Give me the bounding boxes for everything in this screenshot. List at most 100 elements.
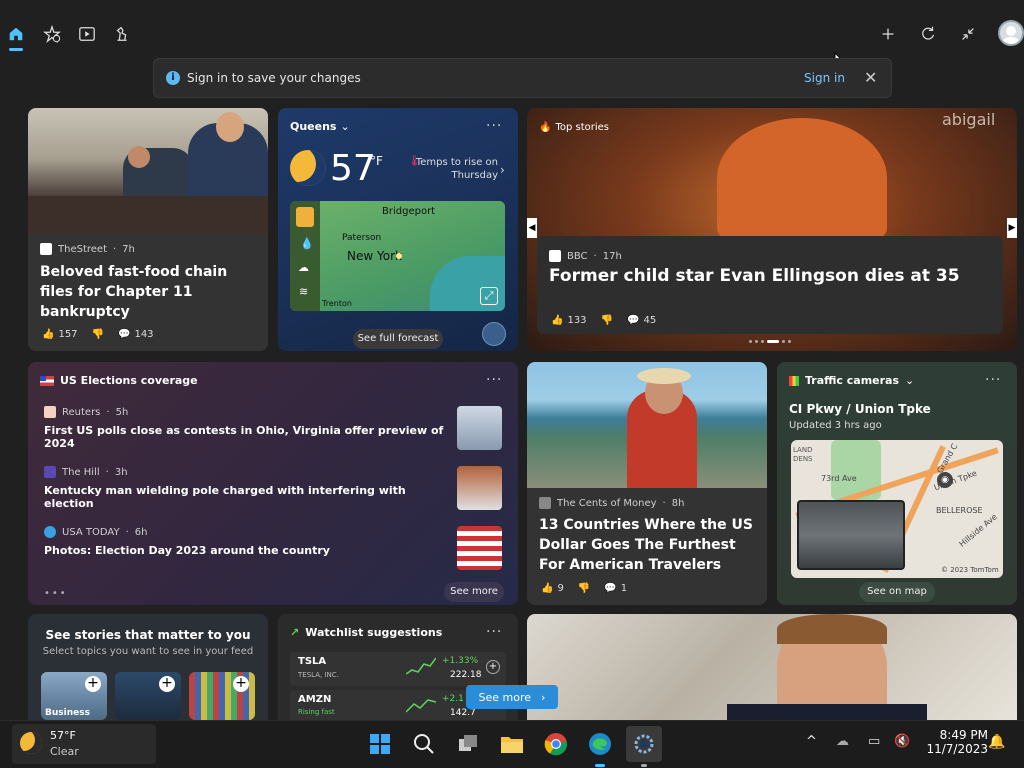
elections-header: US Elections coverage bbox=[40, 374, 198, 387]
comment-button[interactable]: 💬 1 bbox=[604, 583, 627, 594]
traffic-map[interactable]: LAND DENS 73rd Ave Union Tpke BELLEROSE … bbox=[791, 440, 1003, 578]
camera-pin-icon[interactable]: ◉ bbox=[937, 472, 953, 488]
watchlist-header: ↗ Watchlist suggestions bbox=[290, 626, 442, 639]
close-icon[interactable]: ✕ bbox=[864, 68, 877, 87]
topic-tile[interactable]: + bbox=[115, 672, 181, 720]
weather-card[interactable]: Queens ⌄ ··· 57 °F Temps to rise on Thur… bbox=[278, 108, 518, 351]
clock[interactable]: 8:49 PM 11/7/2023 bbox=[918, 728, 988, 756]
article-source: BBC · 17h bbox=[549, 250, 622, 262]
volume-muted-icon[interactable]: 🔇 bbox=[894, 734, 910, 749]
start-windows-icon[interactable] bbox=[362, 726, 398, 762]
temperature: 57 bbox=[330, 148, 376, 189]
onedrive-cloud-icon[interactable]: ☁ bbox=[836, 734, 849, 749]
add-topic-icon[interactable]: + bbox=[233, 676, 249, 692]
article-age: 8h bbox=[671, 497, 685, 509]
map-label-bridgeport: Bridgeport bbox=[382, 206, 436, 217]
camera-snapshot[interactable] bbox=[797, 500, 905, 570]
dislike-icon[interactable]: 👎 bbox=[92, 329, 104, 340]
weather-avatar-icon bbox=[482, 322, 506, 346]
add-topic-icon[interactable]: + bbox=[159, 676, 175, 692]
collapse-icon[interactable] bbox=[956, 22, 980, 46]
chevron-down-icon: ⌄ bbox=[340, 120, 350, 133]
file-explorer-icon[interactable] bbox=[494, 726, 530, 762]
carousel-pager[interactable] bbox=[749, 340, 791, 343]
map-label: BELLEROSE bbox=[936, 506, 983, 515]
news-card-travel[interactable]: The Cents of Money · 8h 13 Countries Where… bbox=[527, 362, 767, 605]
map-copyright: © 2023 TomTom bbox=[941, 566, 999, 574]
article-headline[interactable]: 13 Countries Where the US Dollar Goes Th… bbox=[539, 515, 759, 575]
watchlist-row[interactable]: TSLA TESLA, INC. +1.33% 222.18 + bbox=[290, 652, 506, 686]
task-view-icon[interactable] bbox=[450, 726, 486, 762]
refresh-icon[interactable] bbox=[916, 22, 940, 46]
add-widget-icon[interactable] bbox=[876, 22, 900, 46]
more-options-icon[interactable]: ··· bbox=[486, 372, 502, 388]
more-options-icon[interactable]: ··· bbox=[486, 118, 502, 134]
stock-symbol: TSLA bbox=[298, 656, 327, 667]
election-item[interactable]: The Hill · 3h Kentucky man wielding pole c… bbox=[44, 466, 444, 510]
next-story-arrow[interactable]: ▶ bbox=[1007, 218, 1017, 238]
map-label-paterson: Paterson bbox=[342, 233, 382, 243]
following-star-icon[interactable] bbox=[40, 22, 64, 46]
chevron-up-icon[interactable]: ^ bbox=[806, 734, 817, 749]
topics-card[interactable]: See stories that matter to you Select to… bbox=[28, 614, 268, 720]
see-full-forecast-button[interactable]: See full forecast bbox=[353, 329, 443, 349]
previous-story-arrow[interactable]: ◀ bbox=[527, 218, 537, 238]
edge-icon[interactable] bbox=[582, 726, 618, 767]
cloud-layer-icon[interactable]: ☁ bbox=[298, 261, 309, 274]
add-to-watchlist-icon[interactable]: + bbox=[486, 660, 500, 674]
search-icon[interactable] bbox=[406, 726, 442, 762]
weather-location[interactable]: Queens ⌄ bbox=[290, 120, 350, 133]
precipitation-layer-icon[interactable]: 💧 bbox=[300, 237, 314, 250]
running-app-indicator bbox=[641, 764, 647, 767]
taskbar-condition: Clear bbox=[50, 745, 79, 758]
election-item[interactable]: USA TODAY · 6h Photos: Election Day 2023 a… bbox=[44, 526, 444, 557]
user-avatar[interactable] bbox=[998, 20, 1024, 46]
dislike-icon[interactable]: 👎 bbox=[578, 583, 590, 594]
election-thumbnail bbox=[457, 406, 502, 450]
chrome-icon[interactable] bbox=[538, 726, 574, 762]
article-headline[interactable]: Former child star Evan Ellingson dies at… bbox=[549, 266, 960, 286]
temperature-layer-icon[interactable] bbox=[296, 207, 314, 227]
travel-photo bbox=[527, 362, 767, 488]
article-headline[interactable]: Beloved fast-food chain files for Chapte… bbox=[40, 262, 260, 322]
topic-tile-business[interactable]: + Business bbox=[41, 672, 107, 720]
traffic-header[interactable]: Traffic cameras ⌄ bbox=[789, 374, 914, 387]
add-topic-icon[interactable]: + bbox=[85, 676, 101, 692]
settings-gear-icon[interactable] bbox=[626, 726, 662, 767]
more-options-icon[interactable]: ··· bbox=[486, 624, 502, 640]
traffic-card[interactable]: Traffic cameras ⌄ ··· CI Pkwy / Union Tp… bbox=[777, 362, 1017, 605]
stock-symbol: AMZN bbox=[298, 694, 332, 705]
gaming-chess-icon[interactable] bbox=[110, 22, 134, 46]
map-label-trenton: Trenton bbox=[322, 299, 352, 308]
comment-button[interactable]: 💬 143 bbox=[118, 329, 154, 340]
see-more-button[interactable]: See more bbox=[444, 582, 504, 602]
pager-dots[interactable]: ••• bbox=[44, 588, 68, 599]
chevron-right-icon[interactable]: › bbox=[500, 163, 505, 177]
expand-icon[interactable]: ⤢ bbox=[480, 287, 498, 305]
elections-card[interactable]: US Elections coverage ··· Reuters · 5h Fir… bbox=[28, 362, 518, 605]
comment-button[interactable]: 💬 45 bbox=[627, 315, 656, 326]
video-play-icon[interactable] bbox=[75, 22, 99, 46]
article-age: 6h bbox=[134, 526, 148, 538]
news-card-photo[interactable] bbox=[527, 614, 1017, 720]
dislike-icon[interactable]: 👎 bbox=[601, 315, 613, 326]
notification-bell-icon[interactable]: 🔔 bbox=[988, 734, 1005, 750]
sign-in-link[interactable]: Sign in bbox=[804, 71, 845, 85]
home-icon[interactable] bbox=[4, 22, 28, 46]
like-button[interactable]: 👍 133 bbox=[551, 315, 587, 326]
like-button[interactable]: 👍 9 bbox=[541, 583, 564, 594]
election-item[interactable]: Reuters · 5h First US polls close as conte… bbox=[44, 406, 444, 450]
more-options-icon[interactable]: ··· bbox=[985, 372, 1001, 388]
top-stories-card[interactable]: abigail 🔥 Top stories ◀ ▶ BBC · 17h Form… bbox=[527, 108, 1017, 351]
article-source: Reuters · 5h bbox=[44, 406, 444, 418]
taskbar-weather-widget[interactable]: 57°F Clear bbox=[12, 724, 156, 764]
topic-tile[interactable]: + bbox=[189, 672, 255, 720]
wind-layer-icon[interactable]: ≋ bbox=[299, 285, 308, 298]
see-more-floating-button[interactable]: See more › bbox=[466, 685, 558, 709]
see-on-map-button[interactable]: See on map bbox=[859, 582, 935, 602]
like-button[interactable]: 👍 157 bbox=[42, 329, 78, 340]
network-icon[interactable]: ▭ bbox=[868, 734, 880, 749]
reuters-logo-icon bbox=[44, 406, 56, 418]
news-card-business[interactable]: TheStreet · 7h Beloved fast-food chain f… bbox=[28, 108, 268, 351]
weather-map[interactable]: 💧 ☁ ≋ Bridgeport Paterson New York Trent… bbox=[290, 201, 505, 311]
